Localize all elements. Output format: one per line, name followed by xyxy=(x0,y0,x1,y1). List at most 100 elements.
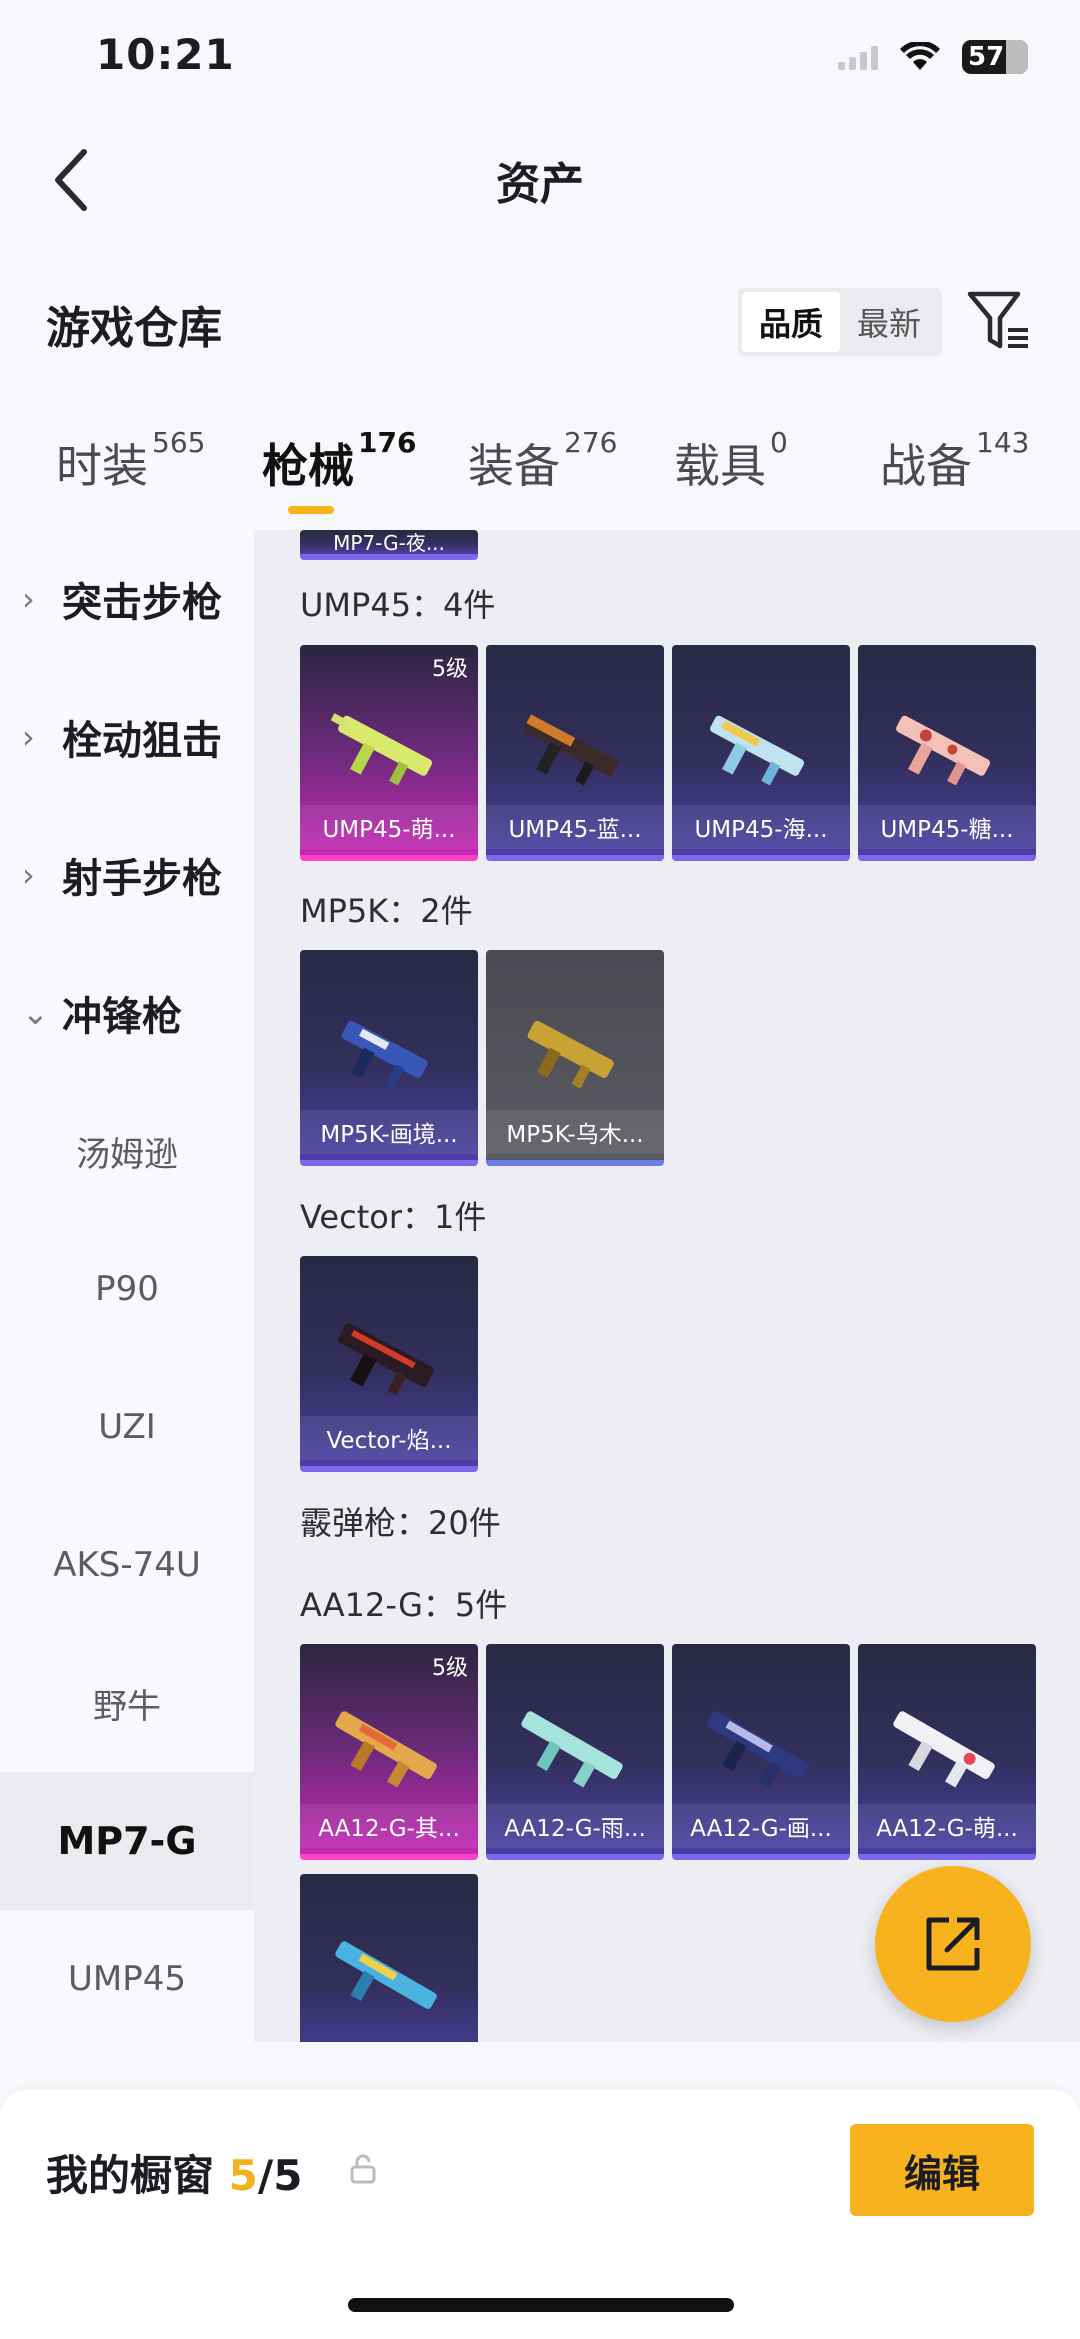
cellular-signal-icon xyxy=(838,44,878,70)
weapon-image xyxy=(707,1711,809,1788)
showcase-label: 我的橱窗 5/5 xyxy=(46,2142,302,2203)
tab-label: 装备 xyxy=(468,439,560,493)
sidebar-item-thompson[interactable]: 汤姆逊 xyxy=(0,1082,254,1220)
tab-label: 枪械 xyxy=(262,439,354,493)
category-label: 霰弹枪：20件 xyxy=(300,1504,501,1542)
tab-count: 565 xyxy=(152,426,206,459)
weapon-card[interactable]: MP7-G-夜... xyxy=(300,530,478,560)
tab-count: 176 xyxy=(358,426,417,459)
sidebar-group-smg[interactable]: ⌄ 冲锋枪 xyxy=(0,944,254,1082)
weapon-card[interactable]: UMP45-海... xyxy=(672,645,850,861)
sidebar-group-label: 栓动狙击 xyxy=(62,718,222,764)
sidebar-group-marksman-rifle[interactable]: › 射手步枪 xyxy=(0,806,254,944)
showcase-title: 我的橱窗 xyxy=(46,2151,215,2200)
sidebar-group-label: 突击步枪 xyxy=(62,580,222,626)
chevron-right-icon: › xyxy=(22,718,35,756)
status-time: 10:21 xyxy=(96,30,235,79)
weapon-category-sidebar: › 突击步枪 › 栓动狙击 › 射手步枪 ⌄ 冲锋枪 汤姆逊 P90 UZI AKS-7… xyxy=(0,530,254,2050)
weapon-card[interactable]: UMP45-蓝... xyxy=(486,645,664,861)
weapon-card[interactable]: UMP45-糖... xyxy=(858,645,1036,861)
filter-icon xyxy=(967,291,1028,349)
tab-tactical[interactable]: 战备 143 xyxy=(880,426,1029,496)
weapon-card-name: AA12-G-雨... xyxy=(486,1804,664,1848)
sidebar-group-bolt-sniper[interactable]: › 栓动狙击 xyxy=(0,668,254,806)
group-label: MP5K：2件 xyxy=(300,892,473,930)
section-title: 游戏仓库 xyxy=(46,303,222,354)
level-badge: 5级 xyxy=(432,1656,468,1681)
tab-count: 143 xyxy=(976,426,1030,459)
weapon-image xyxy=(893,1711,995,1788)
weapon-card-name: MP5K-乌木... xyxy=(486,1110,664,1154)
sidebar-group-label: 冲锋枪 xyxy=(62,994,182,1040)
tab-vehicles[interactable]: 载具 0 xyxy=(674,426,788,496)
weapon-card-name: UMP45-蓝... xyxy=(486,805,664,849)
weapon-image xyxy=(338,1323,434,1396)
showcase-current: 5 xyxy=(228,2151,258,2200)
active-tab-indicator xyxy=(288,506,334,514)
filter-button[interactable] xyxy=(966,288,1032,354)
home-indicator xyxy=(348,2298,734,2312)
tab-label: 战备 xyxy=(880,439,972,493)
wifi-icon xyxy=(900,42,940,70)
weapon-card[interactable]: AA12-G-画... xyxy=(672,1644,850,1860)
share-button[interactable] xyxy=(875,1866,1031,2022)
group-label: AA12-G：5件 xyxy=(300,1586,508,1624)
weapon-image xyxy=(335,1941,437,2009)
chevron-right-icon: › xyxy=(22,580,35,618)
level-badge: 5级 xyxy=(432,657,468,682)
weapon-card[interactable] xyxy=(300,1874,478,2042)
share-external-icon xyxy=(926,1917,980,1971)
group-label: UMP45：4件 xyxy=(300,586,496,624)
category-tabs: 时装 565 枪械 176 装备 276 载具 0 战备 143 xyxy=(0,426,1080,530)
tab-label: 载具 xyxy=(674,439,766,493)
sidebar-item-bizon[interactable]: 野牛 xyxy=(0,1634,254,1772)
chevron-down-icon: ⌄ xyxy=(22,994,49,1032)
weapon-card[interactable]: AA12-G-萌... xyxy=(858,1644,1036,1860)
weapon-image xyxy=(896,715,991,786)
weapon-image xyxy=(710,715,805,786)
tab-firearms[interactable]: 枪械 176 xyxy=(262,426,416,496)
tab-equipment[interactable]: 装备 276 xyxy=(468,426,617,496)
weapon-card-name: UMP45-海... xyxy=(672,805,850,849)
tab-count: 276 xyxy=(564,426,618,459)
tab-count: 0 xyxy=(770,426,788,459)
page-title: 资产 xyxy=(496,159,584,210)
weapon-image xyxy=(521,1711,623,1788)
weapon-card-name: UMP45-糖... xyxy=(858,805,1036,849)
chevron-right-icon: › xyxy=(22,856,35,894)
weapon-card[interactable]: 5级 AA12-G-其... xyxy=(300,1644,478,1860)
weapon-card-name: Vector-焰... xyxy=(300,1416,478,1460)
group-label: Vector：1件 xyxy=(300,1198,487,1236)
battery-level: 57 xyxy=(968,42,1005,72)
sidebar-group-label: 射手步枪 xyxy=(62,856,222,902)
tab-fashion[interactable]: 时装 565 xyxy=(56,426,205,496)
weapon-card[interactable]: AA12-G-雨... xyxy=(486,1644,664,1860)
weapon-card-name: AA12-G-萌... xyxy=(858,1804,1036,1848)
sidebar-item-aks74u[interactable]: AKS-74U xyxy=(0,1496,254,1634)
weapon-grid: MP7-G-夜... UMP45：4件 5级 UMP45-萌... UMP45-… xyxy=(254,530,1080,2042)
sort-option-quality[interactable]: 品质 xyxy=(742,292,840,352)
status-icons: 57 xyxy=(838,40,1028,74)
weapon-card-name: UMP45-萌... xyxy=(300,805,478,849)
weapon-image xyxy=(527,1020,614,1089)
lock-icon[interactable] xyxy=(350,2154,376,2184)
sidebar-item-mp7g[interactable]: MP7-G xyxy=(0,1772,254,1910)
showcase-total: /5 xyxy=(257,2151,303,2200)
weapon-card-name: AA12-G-画... xyxy=(672,1804,850,1848)
sidebar-group-assault-rifle[interactable]: › 突击步枪 xyxy=(0,530,254,668)
weapon-card[interactable]: MP5K-乌木... xyxy=(486,950,664,1166)
battery-icon: 57 xyxy=(962,40,1028,74)
tab-label: 时装 xyxy=(56,439,148,493)
sidebar-item-uzi[interactable]: UZI xyxy=(0,1358,254,1496)
weapon-image xyxy=(330,713,433,786)
weapon-card[interactable]: MP5K-画境... xyxy=(300,950,478,1166)
weapon-card-name: MP7-G-夜... xyxy=(333,530,445,555)
sort-toggle: 品质 最新 xyxy=(738,288,942,356)
weapon-card[interactable]: Vector-焰... xyxy=(300,1256,478,1472)
sidebar-item-ump45[interactable]: UMP45 xyxy=(0,1910,254,2048)
weapon-card[interactable]: 5级 UMP45-萌... xyxy=(300,645,478,861)
sort-option-latest[interactable]: 最新 xyxy=(840,292,938,352)
weapon-image xyxy=(335,1711,437,1788)
sidebar-item-p90[interactable]: P90 xyxy=(0,1220,254,1358)
edit-button[interactable]: 编辑 xyxy=(850,2124,1034,2216)
